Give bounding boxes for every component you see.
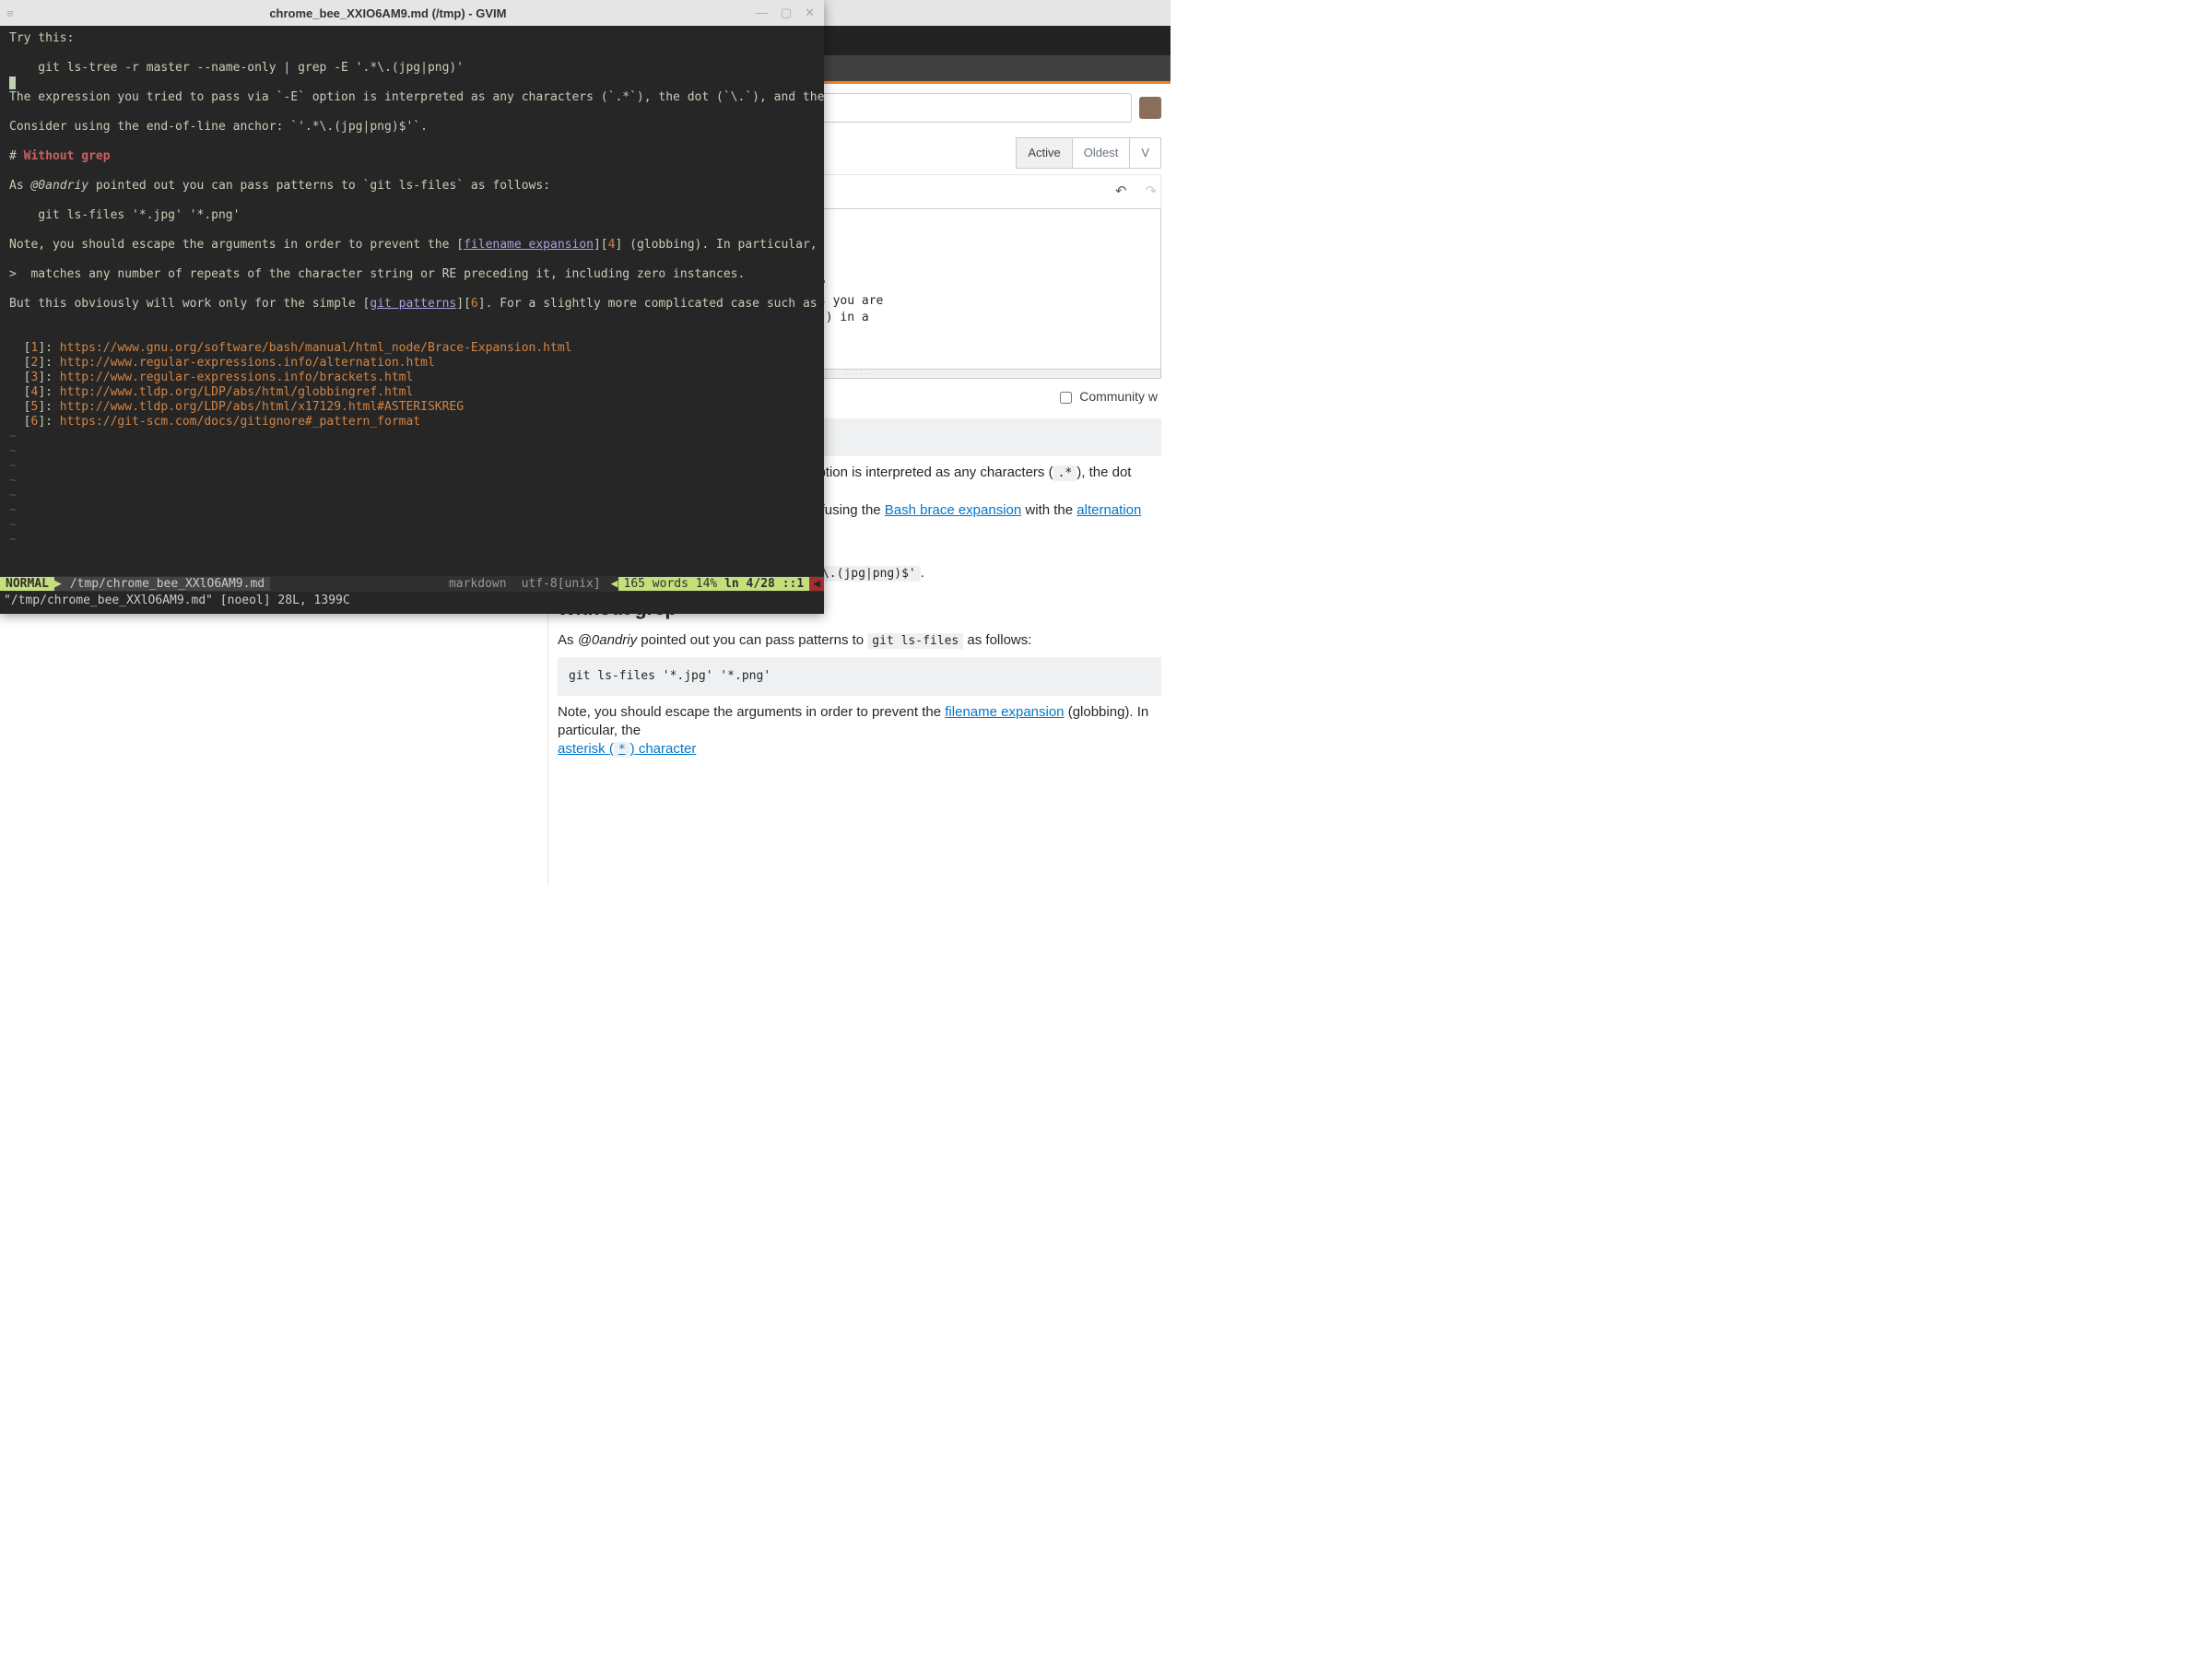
gvim-command-line[interactable]: "/tmp/chrome_bee_XXlO6AM9.md" [noeol] 28…	[0, 592, 824, 614]
reference-url: https://www.gnu.org/software/bash/manual…	[60, 341, 572, 355]
reference-url: http://www.tldp.org/LDP/abs/html/globbin…	[60, 385, 414, 399]
community-wiki-label: Community w	[1079, 389, 1158, 404]
empty-line-tilde: ~	[9, 503, 17, 517]
hamburger-icon[interactable]: ≡	[0, 6, 20, 20]
cursor	[9, 76, 16, 89]
mention: @0andriy	[30, 179, 88, 193]
undo-icon[interactable]: ↶	[1115, 182, 1127, 201]
link-alternation[interactable]: alternation	[1077, 502, 1141, 518]
minimize-icon[interactable]: —	[756, 6, 768, 20]
powerline-separator-icon: ▶	[54, 577, 65, 591]
gvim-editor[interactable]: Try this: git ls-tree -r master --name-o…	[0, 26, 824, 576]
editor-line: Consider using the end-of-line anchor: `…	[9, 120, 428, 134]
markdown-heading: Without grep	[24, 149, 111, 163]
community-wiki-checkbox[interactable]	[1060, 392, 1072, 404]
reference-url: http://www.tldp.org/LDP/abs/html/x17129.…	[60, 400, 464, 414]
maximize-icon[interactable]: ▢	[781, 6, 792, 20]
empty-line-tilde: ~	[9, 474, 17, 488]
link-bash-brace-expansion[interactable]: Bash brace expansion	[885, 502, 1021, 518]
editor-line: Try this:	[9, 31, 74, 45]
reference-url: http://www.regular-expressions.info/alte…	[60, 356, 435, 370]
status-end-segment: ◀	[809, 577, 824, 591]
mention: @0andriy	[578, 632, 637, 648]
editor-line: The expression you tried to pass via `-E…	[9, 90, 824, 104]
editor-line: git ls-tree -r master --name-only | grep…	[9, 61, 464, 75]
powerline-separator-icon: ◀	[608, 577, 618, 591]
status-stats: 165 words 14% ln 4/28 ::1	[618, 577, 810, 591]
inline-code: git ls-files	[867, 633, 963, 649]
empty-line-tilde: ~	[9, 459, 17, 473]
gvim-titlebar[interactable]: ≡ chrome_bee_XXIO6AM9.md (/tmp) - GVIM —…	[0, 0, 824, 26]
editor-line: git ls-files '*.jpg' '*.png'	[9, 208, 240, 222]
sort-tab-active[interactable]: Active	[1016, 137, 1072, 169]
link-filename-expansion[interactable]: filename expansion	[945, 704, 1064, 720]
avatar[interactable]	[1139, 97, 1161, 119]
inline-code: .*	[1053, 465, 1077, 481]
markdown-link: filename expansion	[464, 238, 594, 252]
redo-icon[interactable]: ↷	[1145, 182, 1157, 201]
empty-line-tilde: ~	[9, 533, 17, 547]
sort-tab-votes[interactable]: V	[1130, 137, 1161, 169]
empty-line-tilde: ~	[9, 429, 17, 443]
editor-line: > matches any number of repeats of the c…	[9, 267, 745, 281]
reference-url: https://git-scm.com/docs/gitignore#_patt…	[60, 415, 420, 429]
status-file-path: /tmp/chrome_bee_XXlO6AM9.md	[65, 577, 270, 591]
vim-mode-indicator: NORMAL	[0, 577, 54, 591]
empty-line-tilde: ~	[9, 488, 17, 502]
gvim-title: chrome_bee_XXIO6AM9.md (/tmp) - GVIM	[20, 6, 756, 20]
status-filetype: markdown	[441, 577, 514, 591]
sort-tab-oldest[interactable]: Oldest	[1073, 137, 1131, 169]
reference-url: http://www.regular-expressions.info/brac…	[60, 371, 414, 384]
status-encoding: utf-8[unix]	[514, 577, 608, 591]
close-icon[interactable]: ✕	[805, 6, 815, 20]
link-asterisk-character[interactable]: asterisk (*) character	[558, 741, 696, 757]
preview-codeblock-2: git ls-files '*.jpg' '*.png'	[558, 657, 1161, 696]
empty-line-tilde: ~	[9, 518, 17, 532]
markdown-link: git patterns	[370, 297, 456, 311]
empty-line-tilde: ~	[9, 444, 17, 458]
gvim-statusline: NORMAL ▶ /tmp/chrome_bee_XXlO6AM9.md mar…	[0, 576, 824, 592]
gvim-window: ≡ chrome_bee_XXIO6AM9.md (/tmp) - GVIM —…	[0, 0, 824, 614]
